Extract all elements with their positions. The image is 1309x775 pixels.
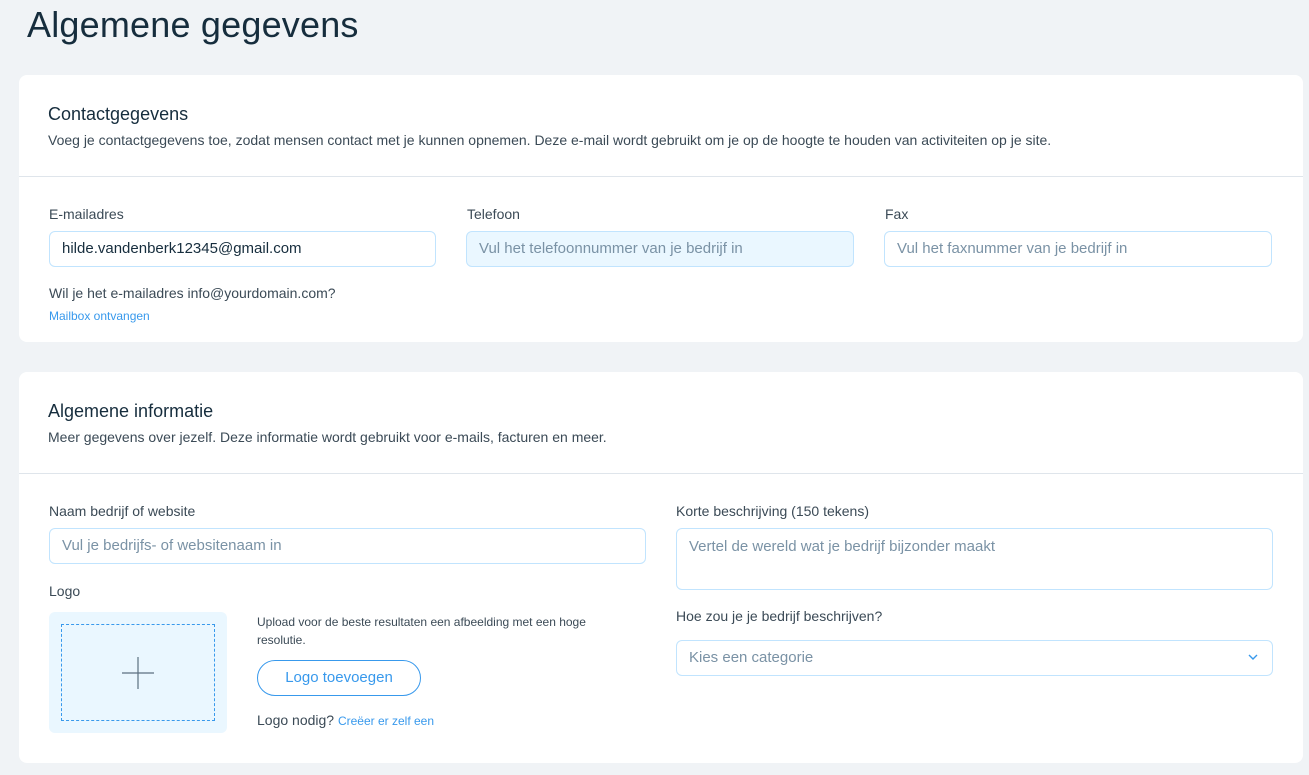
contact-card: Contactgegevens Voeg je contactgegevens … xyxy=(19,75,1303,342)
logo-label: Logo xyxy=(49,583,81,599)
general-divider xyxy=(19,473,1303,474)
email-label: E-mailadres xyxy=(49,206,124,222)
plus-icon xyxy=(122,657,154,689)
company-name-field[interactable]: Vul je bedrijfs- of websitenaam in xyxy=(49,528,646,564)
logo-need-text: Logo nodig? xyxy=(257,712,335,728)
general-header: Algemene informatie Meer gegevens over j… xyxy=(48,401,1283,445)
description-label: Korte beschrijving (150 tekens) xyxy=(676,503,869,519)
company-label: Naam bedrijf of website xyxy=(49,503,196,519)
logo-need-row: Logo nodig? Creëer er zelf een xyxy=(257,712,434,728)
contact-subtitle: Voeg je contactgegevens toe, zodat mense… xyxy=(48,132,1052,148)
chevron-down-icon xyxy=(1248,654,1258,660)
category-select[interactable]: Kies een categorie xyxy=(676,640,1273,676)
page: Algemene gegevens Contactgegevens Voeg j… xyxy=(0,0,1309,775)
mailbox-link[interactable]: Mailbox ontvangen xyxy=(49,309,150,323)
logo-upload-hint: Upload voor de beste resultaten een afbe… xyxy=(257,615,586,647)
contact-header: Contactgegevens Voeg je contactgegevens … xyxy=(48,104,1283,148)
general-title: Algemene informatie xyxy=(48,401,214,421)
contact-title: Contactgegevens xyxy=(48,104,189,124)
add-logo-button[interactable]: Logo toevoegen xyxy=(257,660,421,696)
category-label: Hoe zou je je bedrijf beschrijven? xyxy=(676,608,883,624)
logo-dropzone[interactable] xyxy=(61,624,215,721)
category-select-value: Kies een categorie xyxy=(689,649,814,666)
general-subtitle: Meer gegevens over jezelf. Deze informat… xyxy=(48,429,607,445)
general-info-card: Algemene informatie Meer gegevens over j… xyxy=(19,372,1303,763)
fax-field[interactable]: Vul het faxnummer van je bedrijf in xyxy=(884,231,1272,267)
contact-divider xyxy=(19,176,1303,177)
email-field[interactable]: hilde.vandenberk12345@gmail.com xyxy=(49,231,436,267)
fax-label: Fax xyxy=(885,206,909,222)
page-title: Algemene gegevens xyxy=(27,4,359,45)
logo-upload-area[interactable] xyxy=(49,612,227,733)
mailbox-question: Wil je het e-mailadres info@yourdomain.c… xyxy=(49,285,336,301)
create-logo-link[interactable]: Creëer er zelf een xyxy=(338,714,434,728)
phone-label: Telefoon xyxy=(467,206,520,222)
phone-field[interactable]: Vul het telefoonnummer van je bedrijf in xyxy=(466,231,854,267)
description-textarea[interactable]: Vertel de wereld wat je bedrijf bijzonde… xyxy=(676,528,1273,590)
scrollbar[interactable] xyxy=(1303,0,1309,775)
